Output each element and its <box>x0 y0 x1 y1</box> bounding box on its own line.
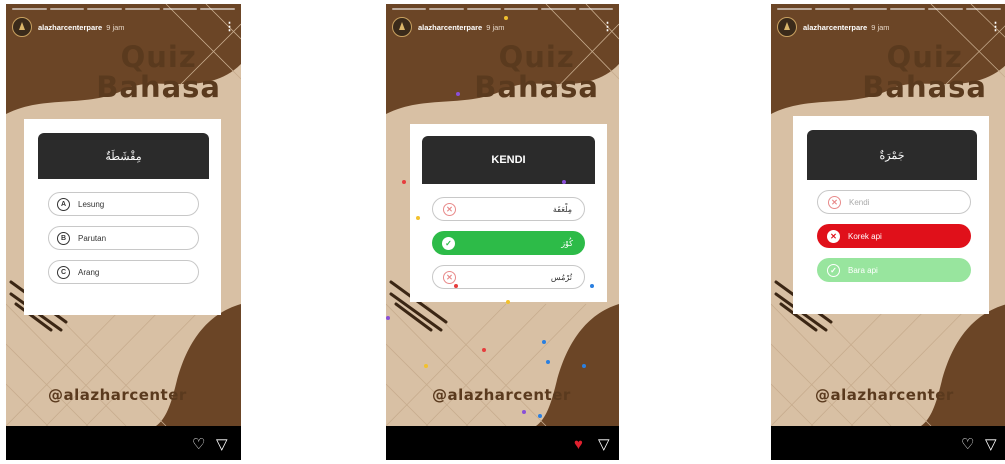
question-text: KENDI <box>491 154 526 166</box>
more-options-icon[interactable]: ⋮ <box>224 21 235 33</box>
option-a[interactable]: A Lesung <box>48 192 199 216</box>
option-c[interactable]: C Arang <box>48 260 199 284</box>
story-progress-bar <box>777 8 1001 10</box>
option-1-wrong[interactable]: ✕ Kendi <box>817 190 971 214</box>
option-label: Parutan <box>78 233 107 243</box>
post-time: 9 jam <box>486 22 505 32</box>
story-header: alazharcenterpare 9 jam ⋮ <box>392 16 613 38</box>
wrong-icon: ✕ <box>443 202 456 216</box>
option-label: Kendi <box>849 197 870 207</box>
option-2-selected-wrong[interactable]: ✕ Korek api <box>817 224 971 248</box>
option-label: Bara api <box>848 265 878 275</box>
wrong-icon: ✕ <box>828 195 841 209</box>
option-label: Arang <box>78 267 100 277</box>
story-1[interactable]: alazharcenterpare 9 jam ⋮ Quiz Bahasa مِ… <box>6 4 241 460</box>
question-text: جَمْرَةٌ <box>879 149 905 162</box>
quiz-title: Quiz Bahasa <box>474 40 599 104</box>
heart-outline-icon[interactable]: ♡ <box>192 437 205 452</box>
quiz-card: جَمْرَةٌ ✕ Kendi ✕ Korek api ✓ Bara api <box>793 116 989 314</box>
story-header: alazharcenterpare 9 jam ⋮ <box>777 16 1001 38</box>
option-label: تُرْمُس <box>550 272 572 282</box>
quiz-card: مِقْشَطَةٌ A Lesung B Parutan C Arang <box>24 119 221 315</box>
username[interactable]: alazharcenterpare <box>803 23 867 32</box>
option-2-correct[interactable]: ✓ كُوْز <box>432 231 585 255</box>
option-label: مِلْعَقَة <box>552 204 572 214</box>
send-icon[interactable]: ▽ <box>985 437 997 452</box>
username[interactable]: alazharcenterpare <box>418 23 482 32</box>
option-3-correct[interactable]: ✓ Bara api <box>817 258 971 282</box>
story-header: alazharcenterpare 9 jam ⋮ <box>12 16 235 38</box>
option-label: Korek api <box>848 231 882 241</box>
send-icon[interactable]: ▽ <box>598 437 610 452</box>
story-progress-bar <box>12 8 236 10</box>
question-text: مِقْشَطَةٌ <box>105 150 142 163</box>
heart-filled-icon[interactable]: ♥ <box>574 437 583 452</box>
username[interactable]: alazharcenterpare <box>38 23 102 32</box>
option-b[interactable]: B Parutan <box>48 226 199 250</box>
account-handle: @alazharcenter <box>48 386 187 404</box>
avatar[interactable] <box>777 17 797 37</box>
question-box: جَمْرَةٌ <box>807 130 977 180</box>
story-footer: ♥ ▽ <box>386 426 619 460</box>
option-label: Lesung <box>78 199 105 209</box>
option-1-wrong[interactable]: ✕ مِلْعَقَة <box>432 197 585 221</box>
check-icon: ✓ <box>442 236 455 250</box>
avatar[interactable] <box>12 17 32 37</box>
quiz-title: Quiz Bahasa <box>862 40 987 104</box>
account-handle: @alazharcenter <box>815 386 954 404</box>
option-letter: B <box>57 231 70 245</box>
more-options-icon[interactable]: ⋮ <box>990 21 1001 33</box>
story-2[interactable]: alazharcenterpare 9 jam ⋮ Quiz Bahasa KE… <box>386 4 619 460</box>
question-box: مِقْشَطَةٌ <box>38 133 209 179</box>
option-letter: A <box>57 197 70 211</box>
option-label: كُوْز <box>561 238 573 248</box>
story-footer: ♡ ▽ <box>6 426 241 460</box>
quiz-title: Quiz Bahasa <box>96 40 221 104</box>
wrong-icon: ✕ <box>443 270 456 284</box>
check-icon: ✓ <box>827 263 840 277</box>
story-footer: ♡ ▽ <box>771 426 1005 460</box>
quiz-card: KENDI ✕ مِلْعَقَة ✓ كُوْز ✕ تُرْمُس <box>410 124 607 302</box>
option-letter: C <box>57 265 70 279</box>
story-progress-bar <box>392 8 613 10</box>
post-time: 9 jam <box>871 22 890 32</box>
story-3[interactable]: alazharcenterpare 9 jam ⋮ Quiz Bahasa جَ… <box>771 4 1005 460</box>
post-time: 9 jam <box>106 22 125 32</box>
question-box: KENDI <box>422 136 595 184</box>
wrong-icon: ✕ <box>827 229 840 243</box>
heart-outline-icon[interactable]: ♡ <box>961 437 974 452</box>
send-icon[interactable]: ▽ <box>216 437 228 452</box>
more-options-icon[interactable]: ⋮ <box>602 21 613 33</box>
account-handle: @alazharcenter <box>432 386 571 404</box>
avatar[interactable] <box>392 17 412 37</box>
